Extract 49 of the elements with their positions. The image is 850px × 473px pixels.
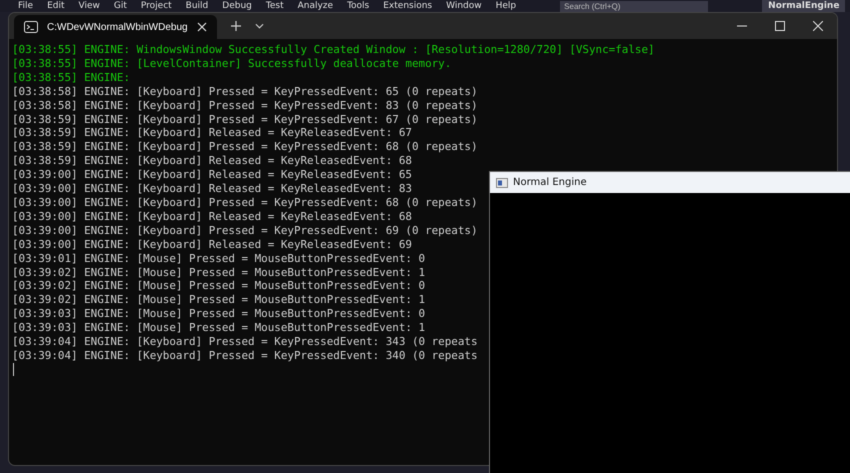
app-icon bbox=[496, 178, 508, 188]
log-line: [03:38:55] ENGINE: [LevelContainer] Successfully deallocate memory. bbox=[12, 56, 452, 71]
text-cursor bbox=[13, 362, 14, 376]
terminal-tab[interactable]: C:WDevWNormalWbinWDebug bbox=[14, 15, 217, 39]
log-line: [03:39:02] ENGINE: [Mouse] Pressed = MouseButtonPressedEvent: 1 bbox=[12, 293, 426, 308]
solution-name: NormalEngine bbox=[762, 0, 846, 12]
menu-item[interactable]: Analyze bbox=[298, 0, 334, 12]
log-line: [03:39:00] ENGINE: [Keyboard] Released = KeyReleasedEvent: 83 bbox=[12, 182, 412, 196]
menu-item[interactable]: Project bbox=[140, 0, 172, 12]
log-line: [03:38:55] ENGINE: bbox=[12, 70, 130, 85]
maximize-icon[interactable] bbox=[775, 21, 785, 31]
menu-item[interactable]: Build bbox=[186, 0, 208, 12]
log-line: [03:38:59] ENGINE: [Keyboard] Pressed = KeyPressedEvent: 68 (0 repeats) bbox=[12, 140, 478, 154]
terminal-icon bbox=[24, 21, 38, 33]
menu-item[interactable]: View bbox=[78, 0, 100, 12]
log-line: [03:39:01] ENGINE: [Mouse] Pressed = MouseButtonPressedEvent: 0 bbox=[12, 252, 426, 266]
menu-item[interactable]: Tools bbox=[347, 0, 370, 12]
log-line: [03:39:04] ENGINE: [Keyboard] Pressed = KeyPressedEvent: 343 (0 repeats bbox=[12, 335, 478, 349]
log-line: [03:39:00] ENGINE: [Keyboard] Pressed = KeyPressedEvent: 68 (0 repeats) bbox=[12, 196, 478, 210]
log-line: [03:39:02] ENGINE: [Mouse] Pressed = MouseButtonPressedEvent: 0 bbox=[12, 279, 426, 294]
menu-item[interactable]: Extensions bbox=[383, 0, 432, 12]
log-line: [03:39:00] ENGINE: [Keyboard] Pressed = KeyPressedEvent: 69 (0 repeats) bbox=[12, 224, 478, 238]
log-line: [03:38:59] ENGINE: [Keyboard] Released = KeyReleasedEvent: 68 bbox=[12, 154, 412, 168]
menu-item[interactable]: Window bbox=[446, 0, 482, 12]
log-line: [03:39:04] ENGINE: [Keyboard] Pressed = KeyPressedEvent: 340 (0 repeats bbox=[12, 348, 478, 363]
log-line: [03:38:59] ENGINE: [Keyboard] Released = KeyReleasedEvent: 67 bbox=[12, 126, 412, 140]
close-icon[interactable] bbox=[196, 22, 207, 32]
log-line: [03:39:03] ENGINE: [Mouse] Pressed = MouseButtonPressedEvent: 1 bbox=[12, 321, 426, 336]
plus-icon[interactable] bbox=[230, 21, 241, 31]
menu-item[interactable]: Help bbox=[496, 0, 516, 12]
window-title: Normal Engine bbox=[513, 177, 587, 188]
log-line: [03:38:59] ENGINE: [Keyboard] Pressed = KeyPressedEvent: 67 (0 repeats) bbox=[12, 112, 478, 126]
search-field[interactable]: Search (Ctrl+Q) bbox=[560, 0, 708, 12]
chevron-down-icon[interactable] bbox=[254, 23, 264, 29]
menu-item[interactable]: Git bbox=[114, 0, 127, 12]
log-line: [03:39:00] ENGINE: [Keyboard] Released = KeyReleasedEvent: 68 bbox=[12, 210, 412, 224]
menu-item[interactable]: Edit bbox=[47, 0, 64, 12]
log-line: [03:39:03] ENGINE: [Mouse] Pressed = MouseButtonPressedEvent: 0 bbox=[12, 307, 426, 322]
log-line: [03:39:00] ENGINE: [Keyboard] Released = KeyReleasedEvent: 65 bbox=[12, 168, 412, 182]
close-icon[interactable] bbox=[813, 21, 823, 31]
log-line: [03:39:00] ENGINE: [Keyboard] Released = KeyReleasedEvent: 69 bbox=[12, 238, 412, 252]
menu-item[interactable]: Debug bbox=[222, 0, 252, 12]
menu-item[interactable]: Test bbox=[266, 0, 284, 12]
log-line: [03:38:55] ENGINE: WindowsWindow Successfully Created Window : [Resolution=1280/720] [VSync=false] bbox=[12, 43, 655, 57]
log-line: [03:38:58] ENGINE: [Keyboard] Pressed = KeyPressedEvent: 83 (0 repeats) bbox=[12, 98, 478, 113]
tab-title: C:WDevWNormalWbinWDebug bbox=[47, 22, 188, 32]
log-line: [03:38:58] ENGINE: [Keyboard] Pressed = KeyPressedEvent: 65 (0 repeats) bbox=[12, 84, 478, 99]
menu-item[interactable]: File bbox=[18, 0, 34, 12]
log-line: [03:39:02] ENGINE: [Mouse] Pressed = MouseButtonPressedEvent: 1 bbox=[12, 266, 426, 280]
